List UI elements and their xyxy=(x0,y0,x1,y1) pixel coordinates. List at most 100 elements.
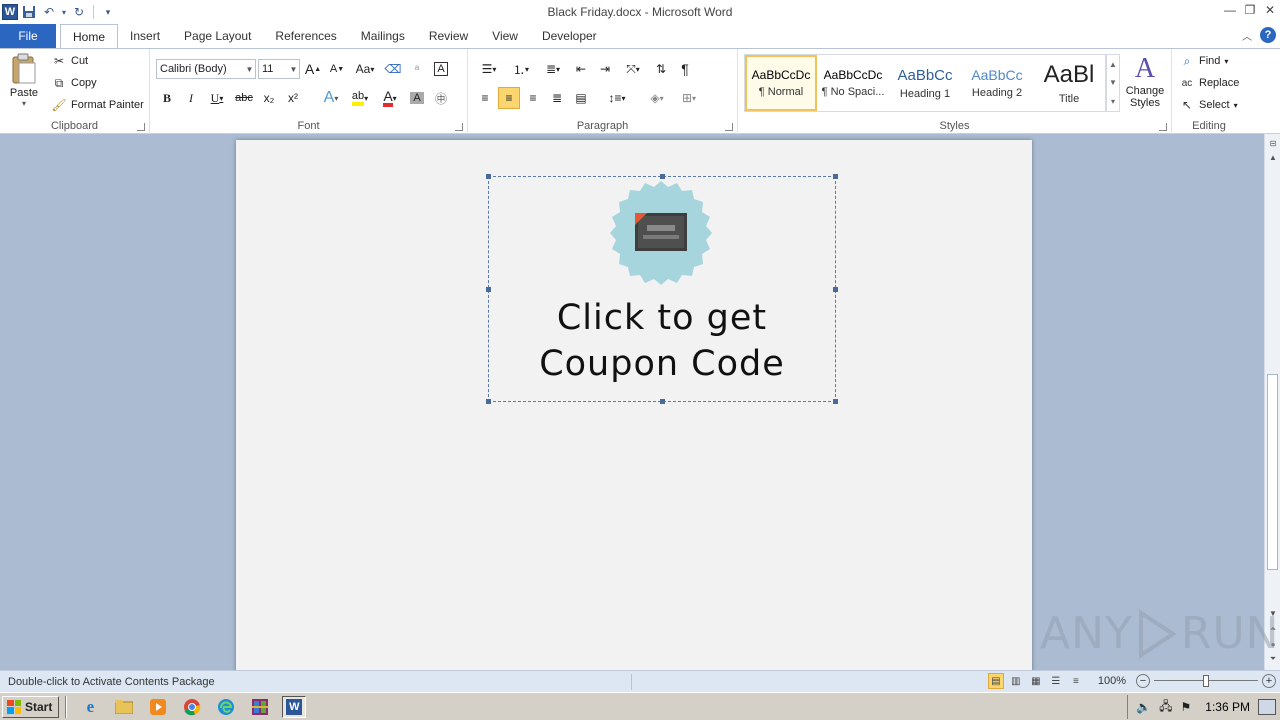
minimize-ribbon-icon[interactable]: ︿ xyxy=(1242,28,1252,43)
save-icon[interactable] xyxy=(20,3,38,21)
style-title[interactable]: AaBl Title xyxy=(1033,55,1105,111)
asian-layout-icon[interactable]: ⤧ ▾ xyxy=(618,58,648,80)
distributed-icon[interactable]: ▤ xyxy=(570,87,592,109)
line-spacing-icon[interactable]: ↕≡ ▾ xyxy=(602,87,632,109)
vertical-scrollbar[interactable]: ⊟ ▲ ▼ ⏶ ● ⏷ xyxy=(1264,134,1280,670)
shading-icon[interactable]: ◈ ▾ xyxy=(642,87,672,109)
justify-icon[interactable]: ≣ xyxy=(546,87,568,109)
undo-dropdown-icon[interactable]: ▾ xyxy=(60,3,68,21)
paragraph-launcher-icon[interactable] xyxy=(725,123,733,131)
change-case-button[interactable]: Aa ▾ xyxy=(350,58,380,80)
style-no-spacing[interactable]: AaBbCcDc ¶ No Spaci... xyxy=(817,55,889,111)
phonetic-guide-icon[interactable]: ᵃ xyxy=(406,58,428,80)
font-color-icon[interactable]: A ▾ xyxy=(376,87,404,109)
customize-qat-icon[interactable]: ▾ xyxy=(99,3,117,21)
resize-handle-e[interactable] xyxy=(833,287,838,292)
tab-mailings[interactable]: Mailings xyxy=(349,24,417,48)
close-icon[interactable]: ✕ xyxy=(1260,0,1280,20)
align-right-icon[interactable]: ≡ xyxy=(522,87,544,109)
font-size-select[interactable]: 11 ▼ xyxy=(258,59,300,79)
format-painter-button[interactable]: 🖌 Format Painter xyxy=(48,95,147,115)
tab-developer[interactable]: Developer xyxy=(530,24,609,48)
text-effects-icon[interactable]: A ▾ xyxy=(318,87,344,109)
full-screen-reading-icon[interactable]: ▥ xyxy=(1008,673,1024,689)
align-left-icon[interactable]: ≡ xyxy=(474,87,496,109)
zoom-level[interactable]: 100% xyxy=(1098,675,1126,687)
style-heading-1[interactable]: AaBbCc Heading 1 xyxy=(889,55,961,111)
find-button[interactable]: ⌕ Find ▾ xyxy=(1176,51,1231,71)
multilevel-list-icon[interactable]: ≣ ▾ xyxy=(538,58,568,80)
shrink-font-button[interactable]: A ▼ xyxy=(326,58,348,80)
replace-button[interactable]: ac Replace xyxy=(1176,73,1242,93)
character-shading-icon[interactable]: A xyxy=(406,87,428,109)
show-desktop-icon[interactable] xyxy=(1258,699,1276,715)
italic-button[interactable]: I xyxy=(180,87,202,109)
resize-handle-se[interactable] xyxy=(833,399,838,404)
print-layout-view-icon[interactable]: ▤ xyxy=(987,673,1004,689)
resize-handle-sw[interactable] xyxy=(486,399,491,404)
zoom-in-icon[interactable]: + xyxy=(1262,674,1276,688)
start-button[interactable]: Start xyxy=(2,695,60,718)
resize-handle-w[interactable] xyxy=(486,287,491,292)
tab-file[interactable]: File xyxy=(0,24,56,48)
outline-view-icon[interactable]: ☰ xyxy=(1048,673,1064,689)
file-explorer-icon[interactable] xyxy=(112,696,136,718)
bold-button[interactable]: B xyxy=(156,87,178,109)
copy-button[interactable]: ⧉ Copy xyxy=(48,73,100,93)
clipboard-launcher-icon[interactable] xyxy=(137,123,145,131)
highlight-color-icon[interactable]: ab ▾ xyxy=(346,87,374,109)
restore-icon[interactable]: ❐ xyxy=(1240,0,1260,20)
font-launcher-icon[interactable] xyxy=(455,123,463,131)
word-app-icon[interactable]: W xyxy=(2,4,18,20)
styles-launcher-icon[interactable] xyxy=(1159,123,1167,131)
chrome-icon[interactable] xyxy=(180,696,204,718)
zoom-slider[interactable] xyxy=(1154,673,1258,689)
clear-formatting-icon[interactable]: ⌫ xyxy=(382,58,404,80)
media-player-icon[interactable] xyxy=(146,696,170,718)
previous-page-icon[interactable]: ⏶ xyxy=(1265,622,1280,636)
align-center-icon[interactable]: ≡ xyxy=(498,87,520,109)
numbering-icon[interactable]: ⒈ ▾ xyxy=(506,58,536,80)
tab-home[interactable]: Home xyxy=(60,24,119,48)
tab-page-layout[interactable]: Page Layout xyxy=(172,24,263,48)
enclose-characters-icon[interactable]: ㊥ xyxy=(430,87,452,109)
character-border-icon[interactable]: A xyxy=(430,58,452,80)
gallery-down-icon[interactable]: ▼ xyxy=(1109,78,1117,87)
zoom-slider-knob[interactable] xyxy=(1203,675,1209,687)
scroll-thumb[interactable] xyxy=(1267,374,1278,570)
help-icon[interactable]: ? xyxy=(1260,27,1276,43)
network-icon[interactable]: 🖧 xyxy=(1159,697,1172,718)
minimize-icon[interactable]: — xyxy=(1220,0,1240,20)
increase-indent-icon[interactable]: ⇥ xyxy=(594,58,616,80)
edge-icon[interactable] xyxy=(214,696,238,718)
gallery-more-icon[interactable]: ▾ xyxy=(1111,97,1115,106)
winrar-icon[interactable] xyxy=(248,696,272,718)
styles-gallery-scroll[interactable]: ▲ ▼ ▾ xyxy=(1106,54,1120,112)
cut-button[interactable]: ✂ Cut xyxy=(48,51,91,71)
paste-button[interactable]: Paste ▾ xyxy=(6,53,42,117)
subscript-button[interactable]: x₂ xyxy=(258,87,280,109)
bullets-icon[interactable]: ☰ ▾ xyxy=(474,58,504,80)
superscript-button[interactable]: x² xyxy=(282,87,304,109)
tab-review[interactable]: Review xyxy=(417,24,480,48)
decrease-indent-icon[interactable]: ⇤ xyxy=(570,58,592,80)
web-layout-icon[interactable]: ▦ xyxy=(1028,673,1044,689)
resize-handle-s[interactable] xyxy=(660,399,665,404)
zoom-out-icon[interactable]: − xyxy=(1136,674,1150,688)
style-heading-2[interactable]: AaBbCc Heading 2 xyxy=(961,55,1033,111)
word-taskbar-icon[interactable]: W xyxy=(282,695,307,718)
next-page-icon[interactable]: ⏷ xyxy=(1265,652,1280,666)
volume-icon[interactable]: 🔈 xyxy=(1136,700,1151,714)
scroll-up-icon[interactable]: ▲ xyxy=(1265,150,1280,164)
strikethrough-button[interactable]: abc xyxy=(232,87,256,109)
show-hide-button[interactable]: ¶ xyxy=(674,58,696,80)
grow-font-button[interactable]: A ▲ xyxy=(302,58,324,80)
tab-insert[interactable]: Insert xyxy=(118,24,172,48)
undo-icon[interactable]: ↶ xyxy=(40,3,58,21)
tab-view[interactable]: View xyxy=(480,24,530,48)
select-browse-object-icon[interactable]: ● xyxy=(1265,637,1280,651)
draft-view-icon[interactable]: ≡ xyxy=(1068,673,1084,689)
select-button[interactable]: ↖ Select ▾ xyxy=(1176,95,1241,115)
style-normal[interactable]: AaBbCcDc ¶ Normal xyxy=(745,55,817,111)
change-styles-button[interactable]: A Change Styles xyxy=(1122,53,1168,117)
